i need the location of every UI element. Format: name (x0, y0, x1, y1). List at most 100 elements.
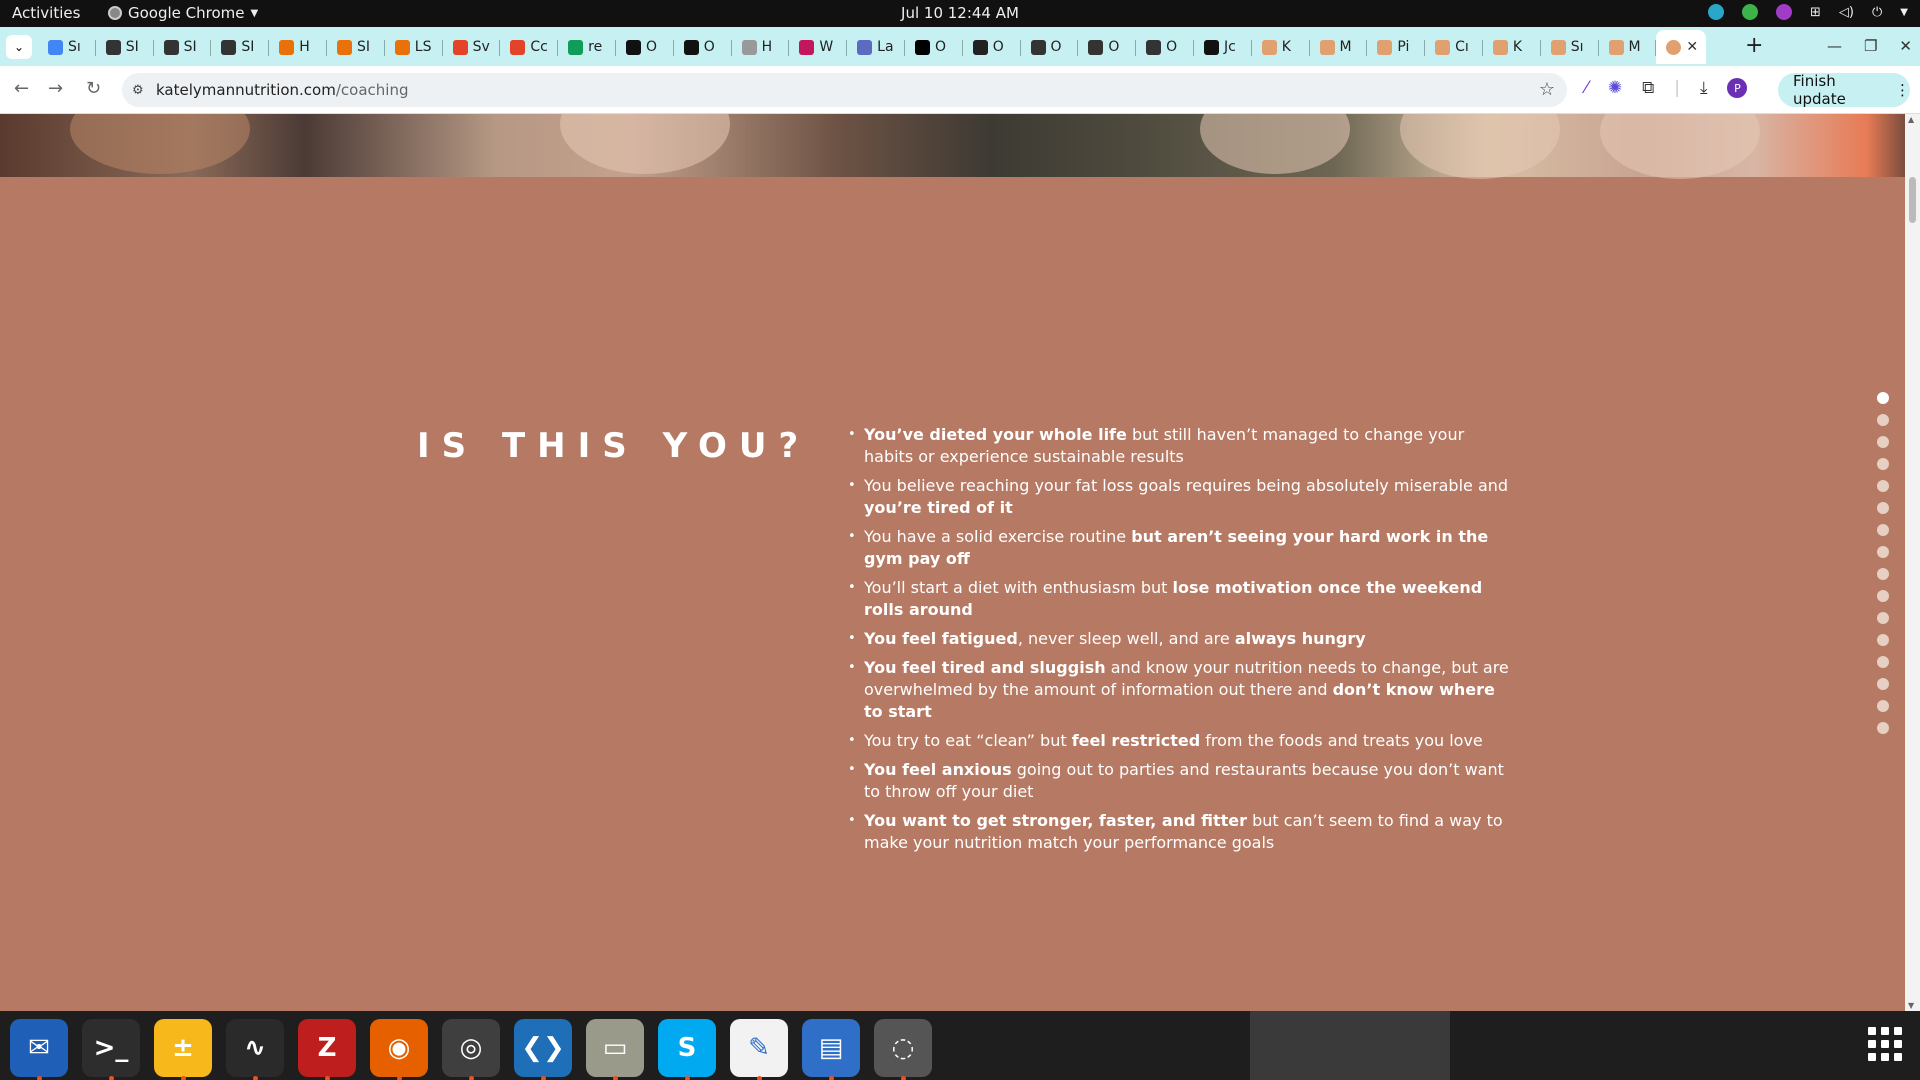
calculator-icon[interactable]: ± (154, 1019, 212, 1080)
address-bar[interactable]: ⚙ katelymannutrition.com/coaching ☆ (122, 73, 1567, 107)
app-menu[interactable]: Google Chrome ▼ (108, 4, 258, 22)
profile-avatar[interactable]: P (1727, 78, 1748, 98)
browser-tab[interactable]: W (789, 32, 847, 62)
tab-search-button[interactable]: ⌄ (6, 35, 32, 59)
check-icon[interactable] (1742, 4, 1759, 20)
filezilla-icon[interactable]: Z (298, 1019, 356, 1080)
browser-tab[interactable]: Sı (38, 32, 96, 62)
browser-tab[interactable]: SI (154, 32, 212, 62)
browser-tab[interactable]: M (1310, 32, 1368, 62)
section-dot[interactable] (1877, 414, 1889, 426)
system-monitor-icon[interactable]: ∿ (226, 1019, 284, 1080)
reload-icon[interactable]: ↻ (86, 78, 101, 99)
tab-label: Sv (472, 39, 490, 55)
scroll-up-icon[interactable]: ▲ (1908, 115, 1914, 124)
browser-tab[interactable]: O (1021, 32, 1079, 62)
browser-tab[interactable]: Pi (1367, 32, 1425, 62)
disc-icon-glyph: ◌ (891, 1033, 915, 1063)
browser-tab[interactable]: SI (96, 32, 154, 62)
browser-tab[interactable]: O (674, 32, 732, 62)
section-dot[interactable] (1877, 502, 1889, 514)
list-item: You want to get stronger, faster, and fi… (848, 810, 1518, 854)
tab-favicon-icon (1377, 39, 1393, 55)
site-info-icon[interactable]: ⚙ (132, 83, 152, 98)
browser-tab[interactable]: re (558, 32, 616, 62)
browser-tab[interactable]: Sı (1541, 32, 1599, 62)
browser-tab[interactable]: SI (327, 32, 385, 62)
wallpaper-strip (1250, 1011, 1450, 1080)
running-indicator (540, 1076, 546, 1080)
browser-tab[interactable]: M (1599, 32, 1657, 62)
color-picker-icon[interactable] (1776, 4, 1793, 20)
browser-tab[interactable]: LS (385, 32, 443, 62)
pen-extension-icon[interactable]: ⁄ (1585, 78, 1588, 98)
active-tab[interactable]: ✕ (1656, 30, 1707, 64)
firefox-icon[interactable]: ◉ (370, 1019, 428, 1080)
section-dot[interactable] (1877, 568, 1889, 580)
activities-button[interactable]: Activities (12, 4, 80, 22)
tab-label: Cc (530, 39, 548, 55)
browser-tab[interactable]: H (269, 32, 327, 62)
browser-tab[interactable]: H (732, 32, 790, 62)
section-dot[interactable] (1877, 722, 1889, 734)
sparkle-extension-icon[interactable]: ✺ (1608, 78, 1622, 98)
document-viewer-icon[interactable]: ▤ (802, 1019, 860, 1080)
extensions-puzzle-icon[interactable]: ⧉ (1642, 78, 1654, 98)
chrome-icon[interactable]: ◎ (442, 1019, 500, 1080)
section-dot[interactable] (1877, 634, 1889, 646)
scrollbar-thumb[interactable] (1909, 177, 1916, 223)
download-icon[interactable]: ⤓ (1700, 78, 1708, 98)
section-dot[interactable] (1877, 656, 1889, 668)
section-dot[interactable] (1877, 678, 1889, 690)
terminal-icon[interactable]: >_ (82, 1019, 140, 1080)
running-indicator (252, 1076, 258, 1080)
close-icon[interactable]: ✕ (1899, 37, 1912, 55)
section-dot[interactable] (1877, 590, 1889, 602)
browser-tab[interactable]: O (905, 32, 963, 62)
bookmark-star-icon[interactable]: ☆ (1539, 79, 1555, 100)
section-dot[interactable] (1877, 458, 1889, 470)
power-icon[interactable]: ⏻ (1872, 5, 1882, 20)
show-apps-icon[interactable] (1868, 1027, 1902, 1061)
disc-icon[interactable]: ◌ (874, 1019, 932, 1080)
skype-icon[interactable]: S (658, 1019, 716, 1080)
section-dot[interactable] (1877, 524, 1889, 536)
scroll-down-icon[interactable]: ▼ (1908, 1001, 1914, 1010)
text-editor-icon[interactable]: ✎ (730, 1019, 788, 1080)
sync-icon[interactable] (1708, 4, 1725, 20)
back-icon[interactable]: ← (14, 78, 29, 99)
volume-icon[interactable]: ◁) (1839, 5, 1854, 20)
browser-tab[interactable]: O (1136, 32, 1194, 62)
restore-icon[interactable]: ❐ (1864, 37, 1877, 55)
new-tab-button[interactable]: + (1745, 33, 1763, 58)
browser-tab[interactable]: Cı (1425, 32, 1483, 62)
vscode-icon[interactable]: ❮❯ (514, 1019, 572, 1080)
browser-tab[interactable]: K (1252, 32, 1310, 62)
files-icon[interactable]: ▭ (586, 1019, 644, 1080)
browser-tab[interactable]: K (1483, 32, 1541, 62)
section-dot[interactable] (1877, 392, 1889, 404)
forward-icon[interactable]: → (48, 78, 63, 99)
chevron-down-icon[interactable]: ▼ (1900, 7, 1908, 18)
scrollbar[interactable]: ▲ ▼ (1905, 114, 1920, 1011)
browser-tab[interactable]: Sv (443, 32, 501, 62)
section-dot[interactable] (1877, 436, 1889, 448)
thunderbird-icon[interactable]: ✉ (10, 1019, 68, 1080)
browser-tab[interactable]: O (616, 32, 674, 62)
browser-tab[interactable]: SI (211, 32, 269, 62)
close-tab-icon[interactable]: ✕ (1686, 39, 1698, 55)
minimize-icon[interactable]: — (1827, 37, 1842, 55)
browser-tab[interactable]: O (1078, 32, 1136, 62)
browser-tab[interactable]: O (963, 32, 1021, 62)
section-dot[interactable] (1877, 546, 1889, 558)
finish-update-button[interactable]: Finish update ⋮ (1778, 72, 1910, 108)
browser-tab[interactable]: Jc (1194, 32, 1252, 62)
clock[interactable]: Jul 10 12:44 AM (901, 4, 1019, 22)
system-tray[interactable]: ⊞ ◁) ⏻ ▼ (1708, 4, 1908, 20)
network-icon[interactable]: ⊞ (1810, 5, 1821, 20)
section-dot[interactable] (1877, 612, 1889, 624)
section-dot[interactable] (1877, 480, 1889, 492)
section-dot[interactable] (1877, 700, 1889, 712)
browser-tab[interactable]: La (847, 32, 905, 62)
browser-tab[interactable]: Cc (500, 32, 558, 62)
